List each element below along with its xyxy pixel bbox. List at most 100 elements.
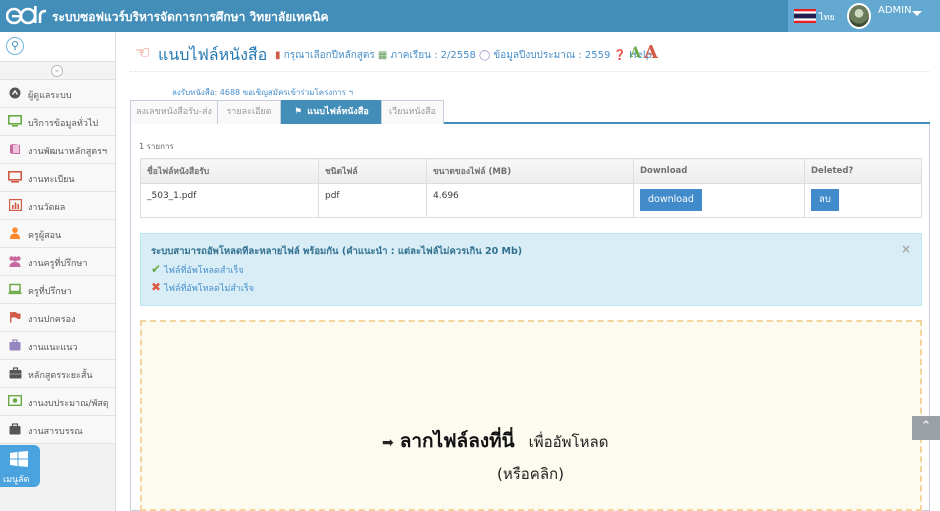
sidebar-item-curriculum[interactable]: งานพัฒนาหลักสูตรฯ — [0, 136, 115, 164]
scroll-to-top-button[interactable]: ⌃ — [912, 416, 940, 440]
sidebar-item-guidance[interactable]: งานแนะแนว — [0, 332, 115, 360]
hand-pointer-icon: ☜ — [135, 43, 151, 63]
document-subnote: ลงรับหนังสือ: 4688 ขอเชิญสมัครเข้าร่วมโค… — [172, 88, 353, 97]
file-size-cell: 4.696 — [426, 183, 634, 218]
col-download: Download — [633, 158, 805, 184]
sidebar-item-teacher[interactable]: ครูผู้สอน — [0, 220, 115, 248]
book-icon — [8, 143, 22, 156]
download-button[interactable]: download — [640, 189, 702, 211]
curriculum-hint-link[interactable]: กรุณาเลือกปีหลักสูตร — [284, 50, 375, 61]
dropzone-rest-text: เพื่ออัพโหลด — [528, 433, 609, 451]
table-header-row: ชื่อไฟล์หนังสือรับ ชนิดไฟล์ ขนาดของไฟล์ … — [140, 158, 922, 184]
flag-icon — [8, 311, 22, 324]
edr-logo-icon — [6, 6, 47, 25]
file-name-cell: _503_1.pdf — [140, 183, 319, 218]
tab-circulate[interactable]: เวียนหนังสือ — [381, 100, 444, 124]
sidebar-item-label: ครูที่ปรึกษา — [28, 287, 72, 297]
double-chevron-up-icon: ⌃ — [920, 419, 932, 434]
bar-chart-icon — [8, 199, 22, 212]
budget-year-link[interactable]: ข้อมูลปีงบประมาณ : 2559 — [493, 50, 610, 61]
sidebar: ⚲ » ผู้ดูแลระบบ บริการข้อมูลทั่วไป งานพั… — [0, 32, 116, 511]
table-row: _503_1.pdf pdf 4.696 download ลบ — [140, 183, 922, 218]
col-file-type: ชนิดไฟล์ — [318, 158, 427, 184]
page-header: ☜ แนบไฟล์หนังสือ ▮ กรุณาเลือกปีหลักสูตร … — [130, 36, 930, 72]
upload-failed-link[interactable]: ไฟล์ที่อัพโหลดไม่สำเร็จ — [164, 284, 254, 294]
sidebar-item-label: งานครูที่ปรึกษา — [28, 259, 88, 269]
monitor-icon — [8, 115, 22, 128]
tab-details[interactable]: รายละเอียด — [217, 100, 281, 124]
dropzone-sub-text: (หรือคลิก) — [497, 465, 564, 483]
sidebar-item-registration[interactable]: งานทะเบียน — [0, 164, 115, 192]
users-icon — [8, 255, 22, 268]
col-file-size: ขนาดของไฟล์ (MB) — [426, 158, 634, 184]
sidebar-item-label: งานแนะแนว — [28, 343, 78, 353]
gear-circle-icon — [8, 87, 22, 100]
col-file-name: ชื่อไฟล์หนังสือรับ — [140, 158, 319, 184]
dropzone-main-text: ลากไฟล์ลงที่นี่ — [399, 430, 515, 452]
sidebar-menu: ผู้ดูแลระบบ บริการข้อมูลทั่วไป งานพัฒนาห… — [0, 80, 115, 444]
sidebar-item-correspondence[interactable]: งานสารบรรณ — [0, 416, 115, 444]
user-avatar[interactable] — [847, 3, 871, 29]
upload-success-line: ✔ ไฟล์ที่อัพโหลดสำเร็จ — [151, 262, 244, 277]
chevron-down-icon[interactable] — [912, 11, 922, 16]
archive-icon — [8, 423, 22, 436]
file-type-cell: pdf — [318, 183, 427, 218]
sidebar-item-label: ผู้ดูแลระบบ — [28, 91, 72, 101]
top-navbar: ระบบซอฟแวร์บริหารจัดการการศึกษา วิทยาลัย… — [0, 0, 940, 32]
tab-register-number[interactable]: ลงเลขหนังสือรับ-ส่ง — [130, 100, 218, 124]
book-icon: ▮ — [275, 50, 281, 61]
shortcut-menu-button[interactable]: เมนูลัด — [0, 445, 40, 487]
sidebar-item-admin[interactable]: ผู้ดูแลระบบ — [0, 80, 115, 108]
col-deleted: Deleted? — [804, 158, 922, 184]
alert-title: ระบบสามารถอัพโหลดทีละหลายไฟล์ พร้อมกัน (… — [151, 246, 523, 257]
sidebar-item-label: งานวัดผล — [28, 203, 66, 213]
term-link[interactable]: ภาคเรียน : 2/2558 — [391, 50, 476, 61]
user-name[interactable]: ADMIN — [878, 5, 912, 16]
page-info: ▮ กรุณาเลือกปีหลักสูตร ▦ ภาคเรียน : 2/25… — [275, 48, 652, 63]
download-cell: download — [633, 183, 805, 218]
thai-flag-icon[interactable] — [794, 9, 816, 23]
sidebar-item-general-info[interactable]: บริการข้อมูลทั่วไป — [0, 108, 115, 136]
sidebar-item-advisor[interactable]: ครูที่ปรึกษา — [0, 276, 115, 304]
edr-logo[interactable] — [6, 3, 48, 29]
font-decrease-button[interactable]: A — [630, 45, 641, 61]
tab-attach-files-label: แนบไฟล์หนังสือ — [307, 107, 369, 117]
windows-icon — [10, 451, 28, 467]
sidebar-item-advisor-work[interactable]: งานครูที่ปรึกษา — [0, 248, 115, 276]
shortcut-menu-label: เมนูลัด — [3, 475, 30, 485]
briefcase-icon — [8, 367, 22, 380]
close-icon[interactable]: × — [901, 242, 911, 256]
font-increase-button[interactable]: A — [644, 42, 658, 63]
sidebar-item-short-course[interactable]: หลักสูตรระยะสั้น — [0, 360, 115, 388]
user-area[interactable]: ไทย ADMIN — [788, 0, 940, 32]
sidebar-item-assessment[interactable]: งานวัดผล — [0, 192, 115, 220]
sidebar-item-budget[interactable]: งานงบประมาณ/พัสดุ — [0, 388, 115, 416]
language-label[interactable]: ไทย — [819, 10, 835, 24]
desktop-icon — [8, 171, 22, 184]
laptop-icon — [8, 283, 22, 296]
sidebar-item-label: งานงบประมาณ/พัสดุ — [28, 399, 109, 409]
sidebar-item-label: งานพัฒนาหลักสูตรฯ — [28, 147, 107, 157]
file-dropzone[interactable]: ➡ ลากไฟล์ลงที่นี่ เพื่ออัพโหลด (หรือคลิก… — [140, 320, 922, 511]
check-icon: ✔ — [151, 262, 162, 276]
sidebar-item-label: บริการข้อมูลทั่วไป — [28, 119, 99, 129]
search-icon[interactable]: ⚲ — [6, 37, 24, 55]
delete-button[interactable]: ลบ — [811, 189, 839, 211]
sidebar-item-label: หลักสูตรระยะสั้น — [28, 371, 93, 381]
suitcase-icon — [8, 339, 22, 352]
sidebar-item-discipline[interactable]: งานปกครอง — [0, 304, 115, 332]
sidebar-collapse-icon[interactable]: » — [51, 65, 63, 77]
tab-bar: ลงเลขหนังสือรับ-ส่ง รายละเอียด ⚑ แนบไฟล์… — [130, 100, 930, 124]
record-count: 1 รายการ — [139, 142, 174, 151]
upload-success-link[interactable]: ไฟล์ที่อัพโหลดสำเร็จ — [164, 266, 244, 276]
upload-info-alert: ระบบสามารถอัพโหลดทีละหลายไฟล์ พร้อมกัน (… — [140, 233, 922, 306]
cross-icon: ✖ — [151, 280, 162, 294]
question-icon: ❓ — [613, 50, 626, 61]
attach-panel: 1 รายการ ชื่อไฟล์หนังสือรับ ชนิดไฟล์ ขนา… — [130, 124, 930, 511]
sidebar-item-label: งานปกครอง — [28, 315, 76, 325]
dropzone-message: ➡ ลากไฟล์ลงที่นี่ เพื่ออัพโหลด — [382, 426, 608, 456]
page-title: แนบไฟล์หนังสือ — [158, 45, 268, 64]
tab-attach-files[interactable]: ⚑ แนบไฟล์หนังสือ — [281, 100, 381, 124]
sidebar-item-label: งานทะเบียน — [28, 175, 75, 185]
delete-cell: ลบ — [804, 183, 922, 218]
